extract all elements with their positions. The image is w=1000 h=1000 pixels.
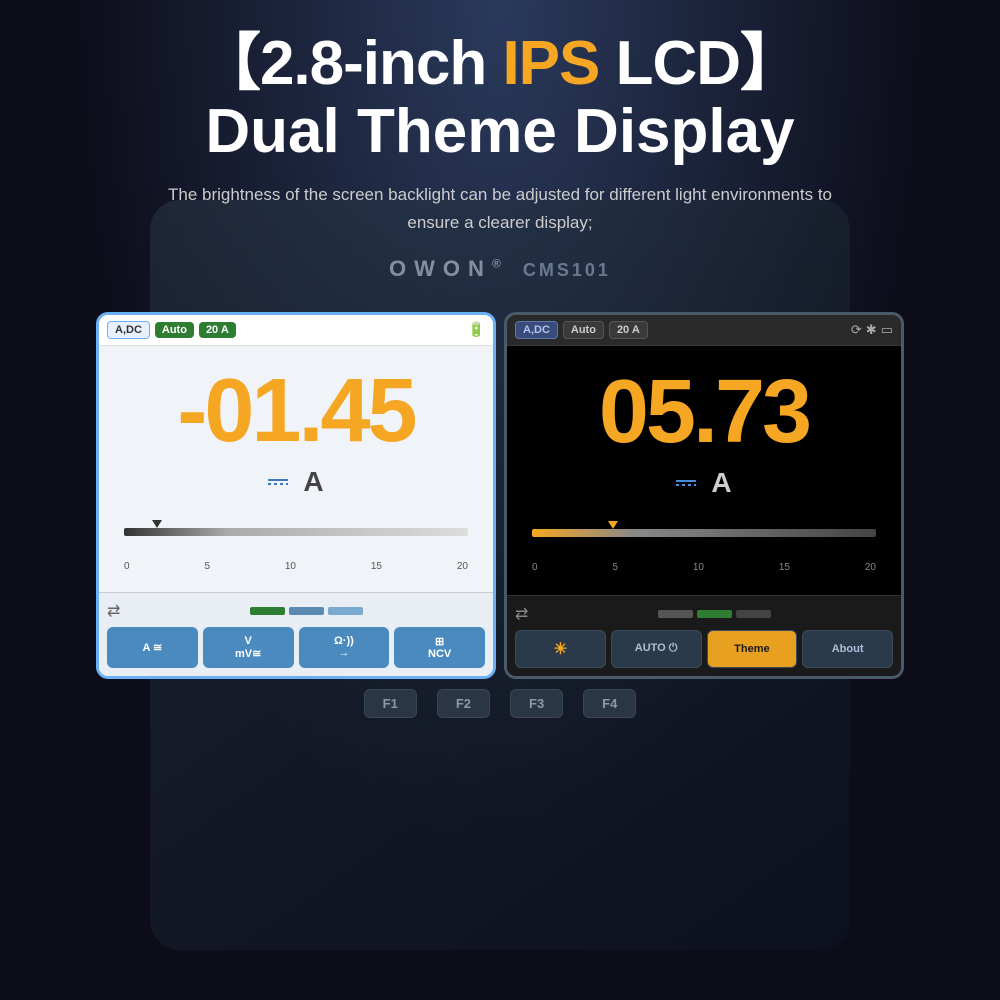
main-value-dark: 05.73 [599,367,809,457]
subtitle-text: The brightness of the screen backlight c… [150,181,850,235]
scale-bar-dark [532,529,876,559]
function-buttons-dark[interactable]: ☀ AUTO ⏻ Theme About [515,630,893,668]
unit-dark: A [711,467,731,499]
scale-dark-20: 20 [865,562,876,573]
ruler-track-light [124,528,468,536]
fn-btn-ohm-light[interactable]: Ω·))→ [299,627,390,668]
bottom-bar-dark: ⇄ ☀ AUTO ⏻ Theme About [507,595,901,676]
ruler-track-dark [532,529,876,537]
header-section: 【2.8-inch IPS LCD】 Dual Theme Display Th… [0,0,1000,312]
scale-10: 10 [285,561,296,572]
title-line1: 【2.8-inch IPS LCD】 [40,30,960,98]
registered-symbol: ® [492,256,509,270]
scale-dark-5: 5 [612,562,618,573]
bar-blue1 [289,607,324,615]
arrows-icon-dark: ⇄ [515,604,528,624]
ruler-pointer-dark [608,521,618,529]
bluetooth-icon: ✱ [866,322,877,338]
unit-row-dark: A [676,467,731,499]
tag-auto-dark: Auto [563,321,604,339]
fn-btn-about[interactable]: About [802,630,893,668]
display-area-dark: 05.73 A 0 [507,346,901,595]
bar-green-dark [697,610,732,618]
status-icons-dark: ⟳ ✱ ▭ [851,322,893,338]
fn-btn-auto[interactable]: AUTO ⏻ [611,630,702,668]
fn-btn-theme[interactable]: Theme [707,630,798,668]
fkey-f2[interactable]: F2 [437,689,490,718]
scale-5: 5 [204,561,210,572]
scale-20: 20 [457,561,468,572]
tag-20a-dark: 20 A [609,321,648,339]
bottom-bar-light: ⇄ A ≅ VmV≅ Ω·))→ ⊞NCV [99,592,493,676]
main-value-light: -01.45 [177,366,414,456]
bar-gray2 [736,610,771,618]
screen-light: A,DC Auto 20 A 🔋 -01.45 A [96,312,496,679]
arrows-icon-light: ⇄ [107,601,120,621]
scale-bar-container-dark: 0 5 10 15 20 [527,519,881,573]
battery-icon-light: 🔋 [468,321,485,338]
scale-15: 15 [371,561,382,572]
bottom-fkeys[interactable]: F1 F2 F3 F4 [0,679,1000,723]
tag-auto-light: Auto [155,322,194,338]
fn-btn-ncv-light[interactable]: ⊞NCV [394,627,485,668]
tag-20a-light: 20 A [199,322,236,338]
fn-btn-a-light[interactable]: A ≅ [107,627,198,668]
tag-adc-dark: A,DC [515,321,558,339]
tag-adc-light: A,DC [107,321,150,339]
indicator-row-dark: ⇄ [515,604,893,624]
scale-dark-10: 10 [693,562,704,573]
bar-blue2 [328,607,363,615]
scale-bar-light [124,528,468,558]
status-bar-light: A,DC Auto 20 A 🔋 [99,315,493,346]
indicator-row-light: ⇄ [107,601,485,621]
scale-dark-0: 0 [532,562,538,573]
unit-light: A [303,466,323,498]
brand-name: OWON® [389,256,509,281]
dc-symbol-dark [676,480,696,486]
ruler-pointer-light [152,520,162,528]
bar-green [250,607,285,615]
screens-container: A,DC Auto 20 A 🔋 -01.45 A [0,312,1000,679]
ips-text: IPS [502,29,599,98]
title-line2: Dual Theme Display [40,98,960,166]
function-buttons-light[interactable]: A ≅ VmV≅ Ω·))→ ⊞NCV [107,627,485,668]
screen-dark: A,DC Auto 20 A ⟳ ✱ ▭ 05.73 A [504,312,904,679]
sync-icon: ⟳ [851,322,862,338]
fkey-f1[interactable]: F1 [364,689,417,718]
model-text: CMS101 [523,260,611,280]
scale-dark-15: 15 [779,562,790,573]
bracket-open: 【2.8-inch [199,29,503,98]
status-bar-dark: A,DC Auto 20 A ⟳ ✱ ▭ [507,315,901,346]
scale-labels-dark: 0 5 10 15 20 [532,562,876,573]
dc-symbol-light [268,479,288,485]
main-container: 【2.8-inch IPS LCD】 Dual Theme Display Th… [0,0,1000,1000]
indicator-bars-light [128,607,485,615]
scale-bar-container-light: 0 5 10 15 20 [119,518,473,572]
unit-row-light: A [268,466,323,498]
scale-0: 0 [124,561,130,572]
battery-icon-dark: ▭ [881,322,893,338]
fn-btn-vmv-light[interactable]: VmV≅ [203,627,294,668]
fn-btn-brightness[interactable]: ☀ [515,630,606,668]
bar-gray1 [658,610,693,618]
brand-text: OWON® CMS101 [40,256,960,282]
indicator-bars-dark [536,610,893,618]
fkey-f4[interactable]: F4 [583,689,636,718]
display-area-light: -01.45 A 0 [99,346,493,592]
fkey-f3[interactable]: F3 [510,689,563,718]
scale-labels-light: 0 5 10 15 20 [124,561,468,572]
bracket-close: LCD】 [599,29,801,98]
